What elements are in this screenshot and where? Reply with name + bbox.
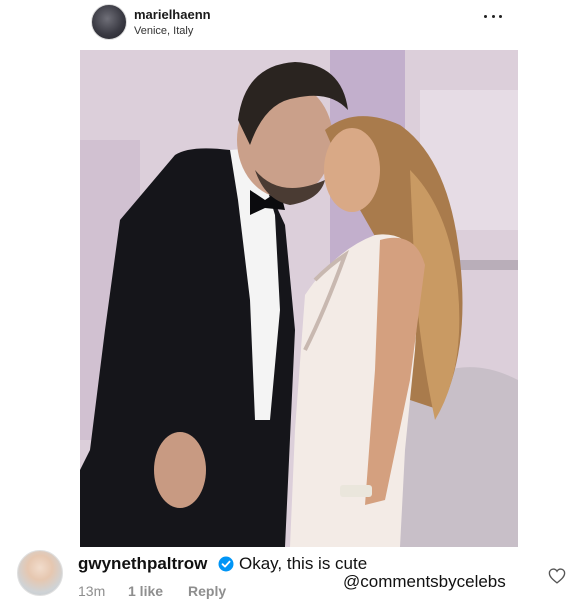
- watermark: @commentsbycelebs: [343, 572, 506, 591]
- comment-username[interactable]: gwynethpaltrow: [78, 554, 207, 574]
- comment-timestamp: 13m: [78, 583, 106, 599]
- post-photo[interactable]: [80, 50, 518, 547]
- more-options-icon[interactable]: [484, 10, 502, 22]
- reply-button[interactable]: Reply: [188, 583, 226, 599]
- comment-row: gwynethpaltrow Okay, this is cute 13m 1 …: [0, 548, 571, 600]
- post-location[interactable]: Venice, Italy: [134, 25, 193, 37]
- avatar[interactable]: [17, 550, 63, 596]
- post-username[interactable]: marielhaenn: [134, 7, 211, 22]
- photo-illustration: [80, 50, 518, 547]
- verified-badge-icon: [218, 556, 234, 572]
- comment-likes[interactable]: 1 like: [128, 583, 163, 599]
- comment-text: Okay, this is cute: [239, 554, 368, 573]
- avatar[interactable]: [91, 4, 127, 40]
- post-header: marielhaenn Venice, Italy: [0, 0, 571, 46]
- heart-icon[interactable]: [548, 568, 566, 584]
